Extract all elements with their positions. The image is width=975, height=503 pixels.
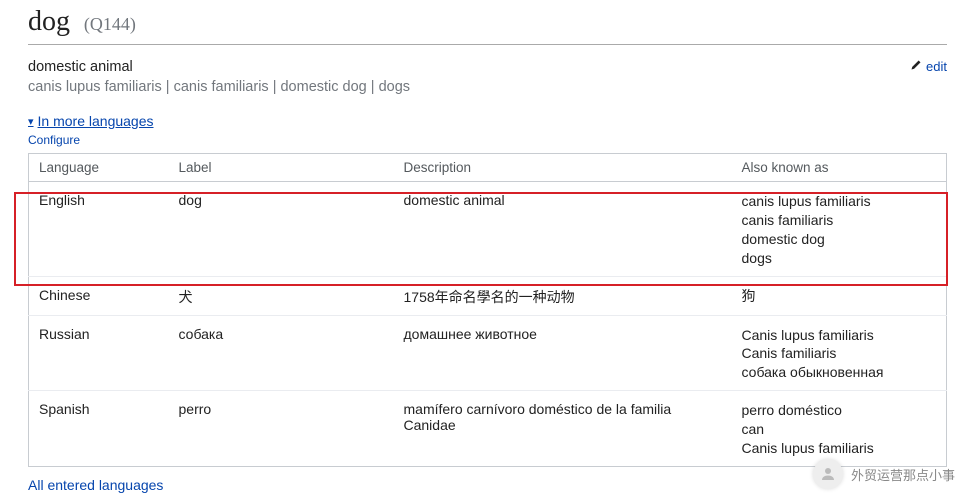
watermark-avatar-icon (813, 459, 843, 489)
cell-aka: 狗 (732, 276, 947, 315)
cell-description: домашнее животное (394, 315, 732, 391)
aka-item: Canis lupus familiaris (742, 326, 937, 345)
cell-aka: Canis lupus familiarisCanis familiarisсо… (732, 315, 947, 391)
aka-item: canis familiaris (742, 211, 937, 230)
aka-item: perro doméstico (742, 401, 937, 420)
configure-link[interactable]: Configure (28, 133, 947, 147)
aka-item: Canis lupus familiaris (742, 439, 937, 458)
cell-label: 犬 (169, 276, 394, 315)
languages-table: Language Label Description Also known as… (28, 153, 947, 467)
cell-description: mamífero carnívoro doméstico de la famil… (394, 391, 732, 467)
aka-item: 狗 (742, 287, 937, 306)
in-more-languages-toggle[interactable]: ▾ In more languages (28, 113, 154, 129)
page-title: dog (28, 6, 70, 37)
aka-item: domestic dog (742, 230, 937, 249)
cell-language: Chinese (29, 276, 169, 315)
title-bar: dog (Q144) (28, 0, 947, 45)
cell-label: perro (169, 391, 394, 467)
aka-item: canis lupus familiaris (742, 192, 937, 211)
in-more-languages-label: In more languages (38, 113, 154, 129)
cell-description: domestic animal (394, 182, 732, 277)
cell-aka: perro domésticocanCanis lupus familiaris (732, 391, 947, 467)
table-row: Englishdogdomestic animalcanis lupus fam… (29, 182, 947, 277)
all-entered-languages-link[interactable]: All entered languages (28, 477, 947, 493)
entity-description: domestic animal (28, 59, 410, 75)
aka-item: собака обыкновенная (742, 363, 937, 382)
pencil-icon (910, 59, 922, 74)
watermark: 外贸运营那点小事 (813, 459, 955, 489)
cell-label: собака (169, 315, 394, 391)
cell-language: Russian (29, 315, 169, 391)
col-aka-header: Also known as (732, 154, 947, 182)
table-row: Chinese犬1758年命名學名的一种动物狗 (29, 276, 947, 315)
col-language-header: Language (29, 154, 169, 182)
table-row: Russianсобакадомашнее животноеCanis lupu… (29, 315, 947, 391)
cell-label: dog (169, 182, 394, 277)
triangle-down-icon: ▾ (28, 115, 34, 128)
edit-button[interactable]: edit (910, 59, 947, 74)
aka-item: can (742, 420, 937, 439)
edit-label: edit (926, 59, 947, 74)
watermark-text: 外贸运营那点小事 (851, 465, 955, 484)
cell-aka: canis lupus familiariscanis familiarisdo… (732, 182, 947, 277)
cell-description: 1758年命名學名的一种动物 (394, 276, 732, 315)
entity-aliases: canis lupus familiaris | canis familiari… (28, 79, 410, 95)
aka-item: Canis familiaris (742, 344, 937, 363)
cell-language: Spanish (29, 391, 169, 467)
table-row: Spanishperromamífero carnívoro doméstico… (29, 391, 947, 467)
col-label-header: Label (169, 154, 394, 182)
entity-qid: (Q144) (84, 14, 136, 34)
cell-language: English (29, 182, 169, 277)
aka-item: dogs (742, 249, 937, 268)
col-description-header: Description (394, 154, 732, 182)
